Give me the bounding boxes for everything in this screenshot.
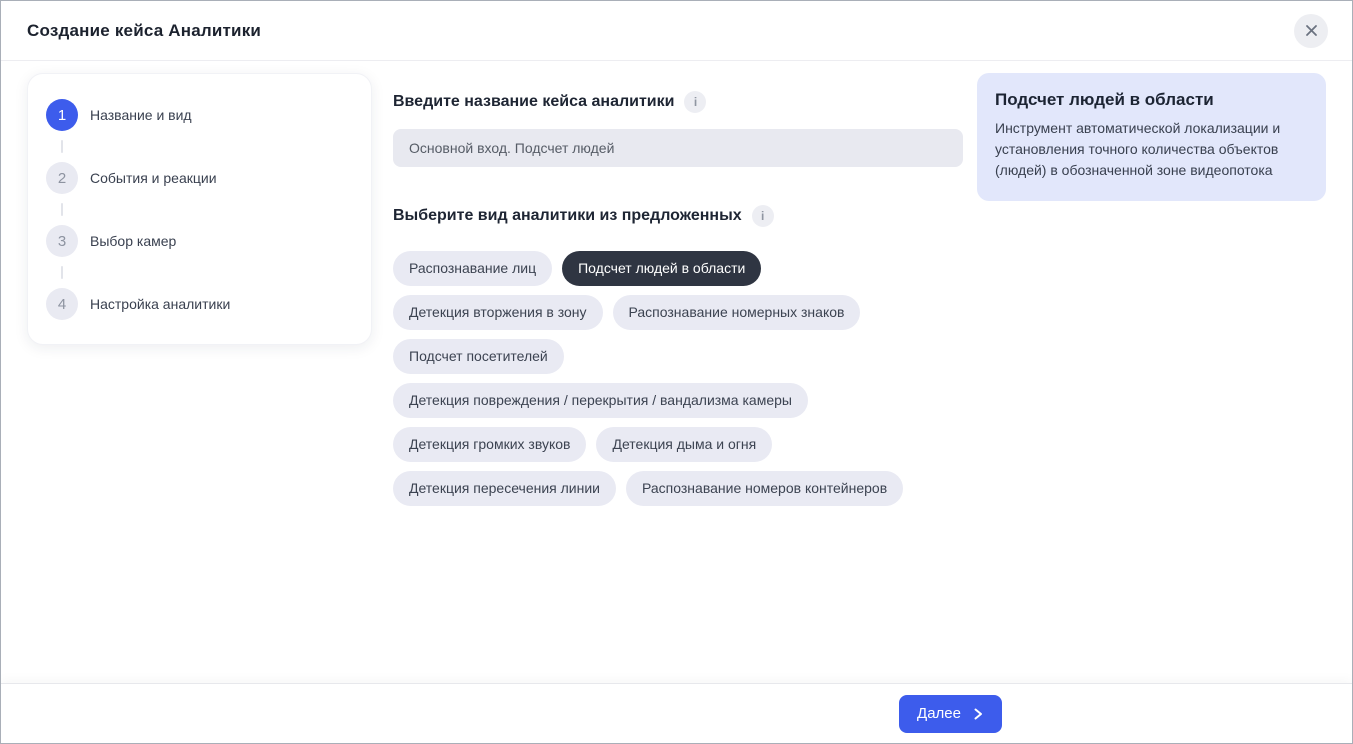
step-connector [61, 203, 63, 216]
info-icon[interactable]: i [684, 91, 706, 113]
analytics-type-chip[interactable]: Подсчет людей в области [562, 251, 761, 286]
info-panel-title: Подсчет людей в области [995, 90, 1306, 110]
analytics-type-chip[interactable]: Распознавание лиц [393, 251, 552, 286]
step-number-badge: 2 [46, 162, 78, 194]
step-number-badge: 3 [46, 225, 78, 257]
case-name-input[interactable] [393, 129, 963, 167]
dialog-title: Создание кейса Аналитики [27, 21, 261, 41]
analytics-type-chip[interactable]: Распознавание номерных знаков [613, 295, 861, 330]
info-panel-description: Инструмент автоматической локализации и … [995, 118, 1306, 181]
stepper: 1 Название и вид 2 События и реакции 3 В… [27, 73, 372, 345]
dialog-header: Создание кейса Аналитики [1, 1, 1352, 61]
dialog-footer: Далее [1, 683, 1352, 743]
info-panel: Подсчет людей в области Инструмент автом… [977, 73, 1326, 201]
analytics-type-chip[interactable]: Распознавание номеров контейнеров [626, 471, 903, 506]
stepper-step[interactable]: 2 События и реакции [46, 162, 351, 216]
analytics-type-chip[interactable]: Детекция пересечения линии [393, 471, 616, 506]
chevron-right-icon [972, 708, 984, 720]
step-label: Настройка аналитики [90, 296, 230, 312]
type-section-heading: Выберите вид аналитики из предложенных [393, 207, 742, 225]
analytics-type-chip[interactable]: Детекция дыма и огня [596, 427, 772, 462]
next-button[interactable]: Далее [899, 695, 1002, 733]
analytics-type-chip[interactable]: Детекция громких звуков [393, 427, 586, 462]
info-icon[interactable]: i [752, 205, 774, 227]
type-section: Выберите вид аналитики из предложенных i… [393, 205, 963, 506]
type-section-heading-row: Выберите вид аналитики из предложенных i [393, 205, 963, 227]
analytics-type-chip[interactable]: Подсчет посетителей [393, 339, 564, 374]
stepper-step[interactable]: 3 Выбор камер [46, 225, 351, 279]
name-section-heading: Введите название кейса аналитики [393, 93, 674, 111]
next-button-label: Далее [917, 705, 961, 722]
dialog-content: 1 Название и вид 2 События и реакции 3 В… [1, 61, 1352, 683]
step-number-badge: 1 [46, 99, 78, 131]
step-connector [61, 266, 63, 279]
close-button[interactable] [1294, 14, 1328, 48]
analytics-type-chip[interactable]: Детекция повреждения / перекрытия / ванд… [393, 383, 808, 418]
analytics-type-chip[interactable]: Детекция вторжения в зону [393, 295, 603, 330]
step-connector [61, 140, 63, 153]
step-label: Название и вид [90, 107, 192, 123]
analytics-type-chips: Распознавание лиц Подсчет людей в области… [393, 251, 963, 506]
close-icon [1305, 24, 1318, 37]
step-number-badge: 4 [46, 288, 78, 320]
form-column: Введите название кейса аналитики i Выбер… [393, 73, 963, 506]
step-label: События и реакции [90, 170, 217, 186]
name-section-heading-row: Введите название кейса аналитики i [393, 91, 963, 113]
stepper-step[interactable]: 4 Настройка аналитики [46, 288, 351, 320]
stepper-step[interactable]: 1 Название и вид [46, 99, 351, 153]
step-label: Выбор камер [90, 233, 176, 249]
create-analytics-case-dialog: Создание кейса Аналитики 1 Название и ви… [0, 0, 1353, 744]
